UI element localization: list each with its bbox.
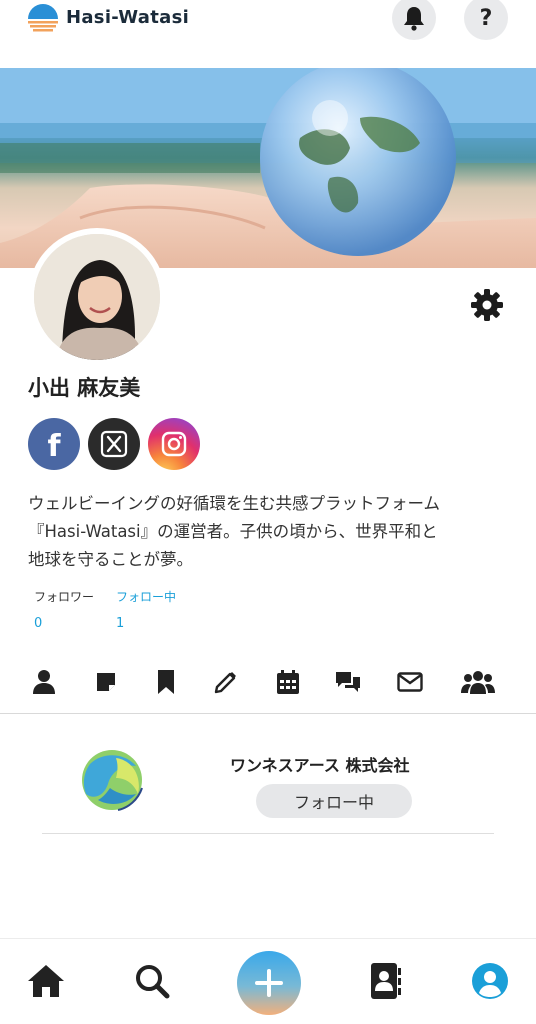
bell-icon xyxy=(404,7,424,31)
calendar-icon xyxy=(277,670,299,694)
chat-icon xyxy=(336,672,360,692)
company-logo xyxy=(82,750,143,811)
logo-text: Hasi-Watasi xyxy=(66,6,190,28)
search-icon xyxy=(136,965,170,999)
following-button[interactable]: フォロー中 xyxy=(256,784,412,818)
tab-posts[interactable] xyxy=(206,660,246,704)
top-bar: Hasi-Watasi ? xyxy=(0,0,536,68)
mail-icon xyxy=(397,672,423,692)
note-icon xyxy=(97,673,115,691)
gear-icon xyxy=(471,289,503,321)
nav-contacts[interactable] xyxy=(362,957,410,1005)
question-icon: ? xyxy=(479,5,493,31)
home-icon xyxy=(28,965,64,997)
plus-icon xyxy=(255,969,283,997)
profile-tabs xyxy=(0,660,536,704)
account-icon xyxy=(472,963,508,999)
create-post-button[interactable] xyxy=(237,951,301,1015)
tab-bookmarks[interactable] xyxy=(146,660,186,704)
nav-search[interactable] xyxy=(128,957,176,1005)
bio-line: ウェルビーイングの好循環を生む共感プラットフォーム xyxy=(28,494,441,513)
person-icon xyxy=(33,670,55,694)
contacts-icon xyxy=(371,963,401,999)
facebook-link[interactable]: f xyxy=(28,418,80,470)
logo-mark-icon xyxy=(28,4,58,32)
x-link[interactable] xyxy=(88,418,140,470)
notifications-button[interactable] xyxy=(392,0,436,40)
instagram-icon xyxy=(161,431,187,457)
tab-groups[interactable] xyxy=(458,660,498,704)
tab-profile[interactable] xyxy=(24,660,64,704)
x-icon xyxy=(100,430,128,458)
bio-line: 『Hasi-Watasi』の運営者。子供の頃から、世界平和と xyxy=(28,522,438,541)
nav-account[interactable] xyxy=(466,957,514,1005)
settings-button[interactable] xyxy=(466,284,508,326)
pencil-icon xyxy=(214,672,236,694)
followers-count[interactable]: 0 xyxy=(34,616,42,631)
app-logo[interactable]: Hasi-Watasi xyxy=(26,0,189,34)
profile-avatar[interactable] xyxy=(28,228,166,366)
bookmark-icon xyxy=(158,670,174,694)
tab-messages[interactable] xyxy=(328,660,368,704)
help-button[interactable]: ? xyxy=(464,0,508,40)
tab-notes[interactable] xyxy=(86,660,126,704)
avatar-photo xyxy=(34,234,160,360)
tab-calendar[interactable] xyxy=(268,660,308,704)
bio-line: 地球を守ることが夢。 xyxy=(28,550,193,569)
tab-mail[interactable] xyxy=(390,660,430,704)
company-name[interactable]: ワンネスアース 株式会社 xyxy=(230,752,410,776)
group-icon xyxy=(461,671,495,694)
nav-home[interactable] xyxy=(22,957,70,1005)
following-count[interactable]: 1 xyxy=(116,616,124,631)
following-label[interactable]: フォロー中 xyxy=(116,588,176,605)
facebook-icon: f xyxy=(47,428,61,464)
followers-label[interactable]: フォロワー xyxy=(34,588,94,605)
profile-bio: ウェルビーイングの好循環を生む共感プラットフォーム 『Hasi-Watasi』の… xyxy=(28,490,508,574)
bottom-nav xyxy=(0,938,536,1024)
profile-name: 小出 麻友美 xyxy=(28,376,141,400)
following-card[interactable]: ワンネスアース 株式会社 フォロー中 xyxy=(42,714,494,834)
instagram-link[interactable] xyxy=(148,418,200,470)
